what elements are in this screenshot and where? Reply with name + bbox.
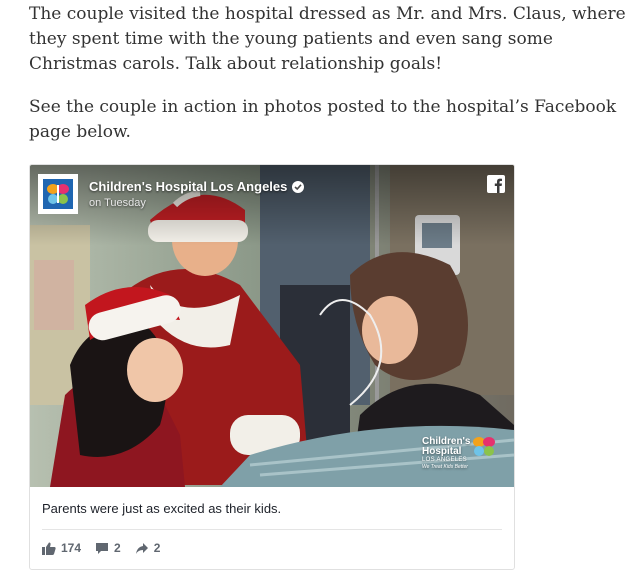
- facebook-post-embed[interactable]: Children's Hospital Los Angeles on Tuesd…: [29, 164, 515, 570]
- divider: [42, 529, 502, 530]
- watermark-tagline: We Treat Kids Better: [422, 464, 468, 470]
- share-arrow-icon: [135, 542, 148, 554]
- like-count-value: 174: [61, 541, 82, 555]
- post-stats: 174 2 2: [42, 541, 174, 555]
- facebook-icon[interactable]: [487, 175, 505, 193]
- share-count-value: 2: [153, 541, 161, 555]
- comment-count[interactable]: 2: [95, 541, 121, 555]
- post-caption: Parents were just as excited as their ki…: [42, 501, 282, 516]
- post-timestamp[interactable]: on Tuesday: [89, 197, 304, 209]
- verified-badge-icon: [292, 180, 305, 193]
- post-photo[interactable]: Children's Hospital Los Angeles on Tuesd…: [30, 165, 514, 487]
- comment-icon: [96, 542, 109, 554]
- thumbs-up-icon: [42, 542, 56, 555]
- article-paragraph: See the couple in action in photos poste…: [29, 97, 617, 142]
- share-count[interactable]: 2: [135, 541, 161, 555]
- comment-count-value: 2: [114, 541, 121, 555]
- butterfly-logo-icon: [43, 179, 73, 209]
- page-name-link[interactable]: Children's Hospital Los Angeles: [89, 179, 305, 194]
- watermark-line: Hospital: [422, 446, 462, 457]
- hospital-logo-avatar[interactable]: [38, 174, 78, 214]
- page-name[interactable]: Children's Hospital Los Angeles: [89, 179, 287, 194]
- article-paragraph: The couple visited the hospital dressed …: [29, 4, 626, 74]
- post-header: Children's Hospital Los Angeles on Tuesd…: [38, 173, 305, 215]
- butterfly-watermark-icon: [473, 437, 495, 456]
- like-count[interactable]: 174: [42, 541, 81, 555]
- page-meta: Children's Hospital Los Angeles on Tuesd…: [89, 179, 305, 209]
- hospital-watermark: Children's Hospital LOS ANGELES We Treat…: [422, 437, 495, 471]
- watermark-line: LOS ANGELES: [422, 457, 467, 463]
